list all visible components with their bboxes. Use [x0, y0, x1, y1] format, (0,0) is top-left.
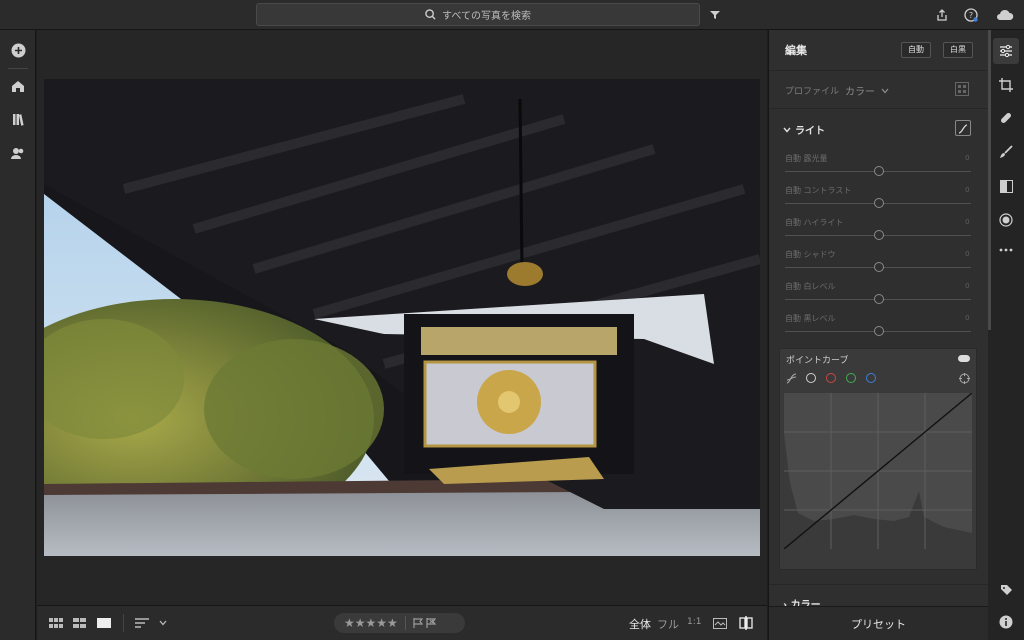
- people-icon[interactable]: [8, 143, 28, 163]
- zoom-1to1[interactable]: 1:1: [687, 617, 701, 627]
- compare-icon[interactable]: [739, 615, 753, 631]
- blacks-label: 自動 黒レベル: [785, 314, 836, 323]
- bottom-toolbar: ★★★★★ 全体 フル 1:1: [37, 605, 767, 640]
- curve-channel-red[interactable]: [826, 373, 836, 383]
- chevron-down-icon[interactable]: [159, 615, 167, 631]
- divider: [8, 68, 28, 69]
- search-placeholder: すべての写真を検索: [442, 11, 531, 22]
- star-rating[interactable]: ★★★★★: [344, 616, 398, 630]
- highlights-slider-knob[interactable]: [874, 230, 884, 240]
- curve-graph[interactable]: [783, 392, 973, 550]
- cloud-icon[interactable]: [994, 6, 1016, 24]
- more-icon[interactable]: [996, 240, 1016, 260]
- info-overlay-icon[interactable]: [713, 615, 727, 631]
- zoom-fill[interactable]: フル: [657, 616, 679, 632]
- blacks-value[interactable]: 0: [965, 314, 969, 322]
- svg-text:?: ?: [969, 11, 973, 20]
- exposure-value[interactable]: 0: [965, 154, 969, 162]
- brush-icon[interactable]: [996, 142, 1016, 162]
- curve-icon: [958, 124, 968, 134]
- tag-icon[interactable]: [996, 580, 1016, 600]
- left-toolbar: [0, 30, 36, 640]
- light-section-label: ライト: [795, 126, 825, 137]
- whites-label: 自動 白レベル: [785, 282, 836, 291]
- grid-small-icon[interactable]: [49, 615, 63, 631]
- info-icon[interactable]: [996, 612, 1016, 632]
- profile-browser-icon[interactable]: [955, 82, 969, 96]
- radial-gradient-icon[interactable]: [996, 210, 1016, 230]
- divider: [404, 616, 406, 630]
- highlights-value[interactable]: 0: [965, 218, 969, 226]
- target-adjust-icon[interactable]: [959, 373, 970, 384]
- shadows-value[interactable]: 0: [965, 250, 969, 258]
- flag-pick-icon[interactable]: [413, 618, 423, 628]
- sort-icon[interactable]: [135, 615, 149, 631]
- library-icon[interactable]: [8, 109, 28, 129]
- shadows-label: 自動 シャドウ: [785, 250, 836, 259]
- photo-canvas: [37, 30, 767, 605]
- filter-icon[interactable]: [706, 6, 724, 24]
- edit-panel: 編集 自動 白黒 プロファイル カラー ライト 自動 露光量 0 自動 コントラ…: [768, 30, 989, 611]
- point-curve-title: ポイントカーブ: [786, 356, 849, 366]
- chevron-down-icon: [783, 127, 791, 133]
- curve-channel-rgb[interactable]: [806, 373, 816, 383]
- home-icon[interactable]: [8, 76, 28, 96]
- single-view-icon[interactable]: [97, 615, 111, 631]
- whites-value[interactable]: 0: [965, 282, 969, 290]
- contrast-value[interactable]: 0: [965, 186, 969, 194]
- point-curve-panel: ポイントカーブ: [779, 348, 977, 570]
- profile-selector[interactable]: プロファイル カラー: [785, 83, 889, 98]
- right-toolbar: [988, 30, 1024, 640]
- divider: [769, 108, 989, 109]
- plus-icon[interactable]: [8, 40, 28, 60]
- search-icon: [425, 9, 436, 20]
- presets-label: プリセット: [851, 617, 906, 631]
- profile-value[interactable]: カラー: [845, 83, 875, 98]
- whites-slider-knob[interactable]: [874, 294, 884, 304]
- chevron-down-icon: [881, 88, 889, 93]
- contrast-slider-knob[interactable]: [874, 198, 884, 208]
- grid-large-icon[interactable]: [73, 615, 86, 631]
- divider: [769, 70, 989, 71]
- highlights-label: 自動 ハイライト: [785, 218, 844, 227]
- divider: [769, 584, 989, 585]
- profile-label: プロファイル: [785, 87, 840, 97]
- panel-title: 編集: [785, 44, 807, 57]
- light-section-header[interactable]: ライト: [783, 122, 825, 137]
- healing-icon[interactable]: [996, 108, 1016, 128]
- tone-curve-button[interactable]: [955, 120, 971, 136]
- shadows-slider-knob[interactable]: [874, 262, 884, 272]
- point-curve-toggle[interactable]: [958, 355, 970, 362]
- parametric-curve-icon[interactable]: [786, 373, 797, 384]
- linear-gradient-icon[interactable]: [996, 176, 1016, 196]
- panel-scrollbar[interactable]: [988, 30, 991, 330]
- blacks-slider-knob[interactable]: [874, 326, 884, 336]
- rating-flag-control[interactable]: ★★★★★: [334, 613, 465, 633]
- exposure-slider-knob[interactable]: [874, 166, 884, 176]
- flag-reject-icon[interactable]: [426, 618, 436, 628]
- share-icon[interactable]: [933, 6, 951, 24]
- curve-channel-blue[interactable]: [866, 373, 876, 383]
- divider: [123, 614, 124, 632]
- photo-preview[interactable]: [44, 79, 760, 556]
- top-bar: すべての写真を検索 ?: [0, 0, 1024, 30]
- edit-sliders-icon[interactable]: [996, 41, 1016, 61]
- auto-button[interactable]: 自動: [901, 42, 931, 58]
- search-input[interactable]: すべての写真を検索: [256, 3, 700, 26]
- exposure-label: 自動 露光量: [785, 154, 828, 163]
- crop-icon[interactable]: [996, 75, 1016, 95]
- presets-button[interactable]: プリセット: [768, 606, 988, 640]
- contrast-label: 自動 コントラスト: [785, 186, 852, 195]
- zoom-fit[interactable]: 全体: [629, 616, 651, 632]
- bw-button[interactable]: 白黒: [943, 42, 973, 58]
- curve-channel-green[interactable]: [846, 373, 856, 383]
- help-icon[interactable]: ?: [962, 6, 980, 24]
